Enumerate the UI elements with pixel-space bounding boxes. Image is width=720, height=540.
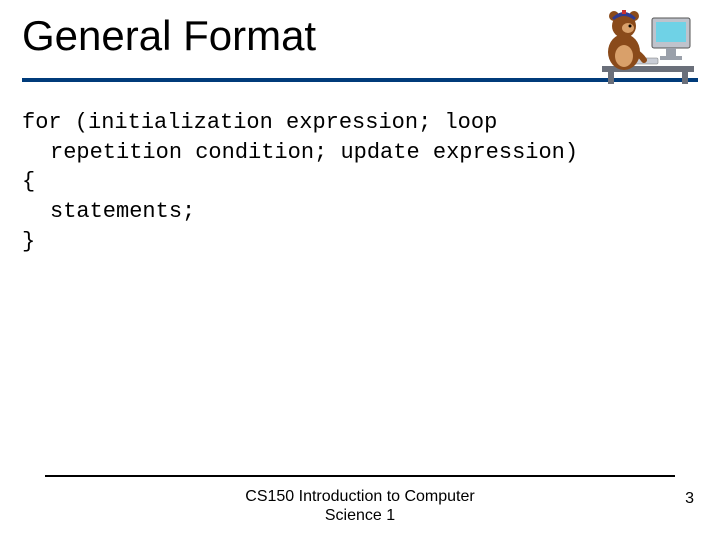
footer-course: CS150 Introduction to Computer Science 1 — [0, 487, 720, 525]
code-line-2: repetition condition; update expression) — [22, 138, 662, 168]
code-line-5: } — [22, 229, 35, 254]
slide: General Format — [0, 0, 720, 540]
page-number: 3 — [685, 490, 694, 508]
footer-course-line1: CS150 Introduction to Computer — [245, 488, 474, 505]
footer-rule — [45, 475, 675, 477]
code-line-4: statements; — [22, 197, 662, 227]
footer-course-line2: Science 1 — [325, 507, 395, 524]
code-block: for (initialization expression; loop rep… — [22, 108, 662, 256]
code-line-1: for (initialization expression; loop — [22, 110, 497, 135]
title-underline — [22, 78, 698, 82]
page-title: General Format — [22, 12, 316, 60]
bear-computer-icon — [600, 8, 696, 86]
code-line-3: { — [22, 169, 35, 194]
